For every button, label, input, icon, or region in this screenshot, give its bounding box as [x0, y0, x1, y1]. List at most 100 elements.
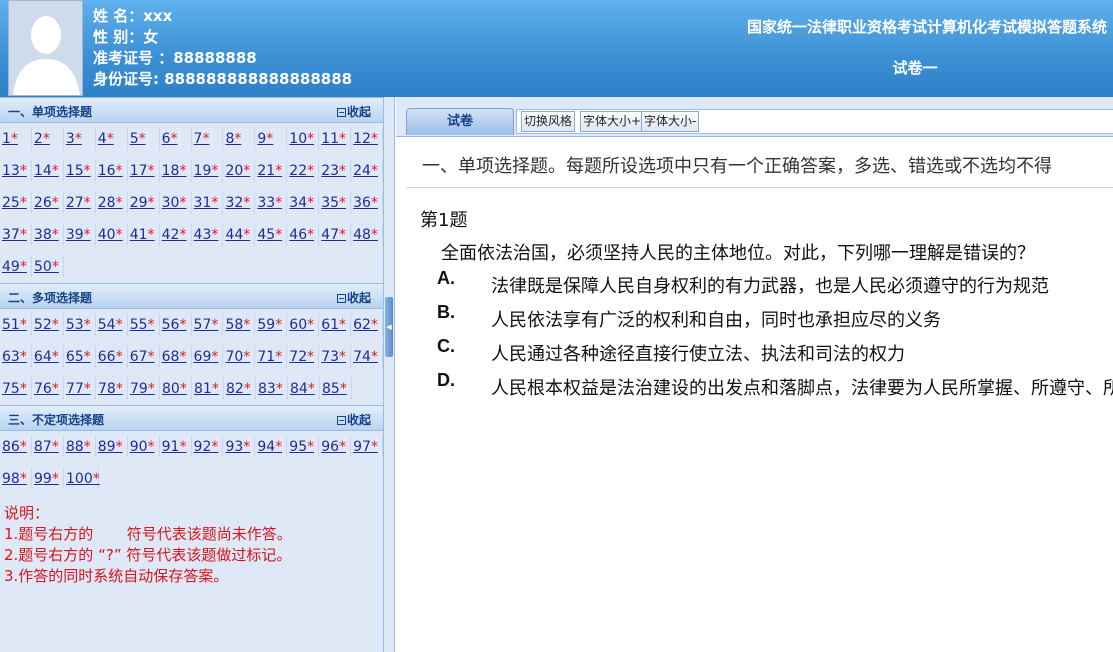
question-link[interactable]: 26*	[32, 192, 64, 214]
font-size-increase-button[interactable]: 字体大小+	[580, 111, 645, 132]
question-link[interactable]: 33*	[255, 192, 288, 214]
question-link[interactable]: 47*	[319, 224, 352, 246]
question-link[interactable]: 52*	[32, 314, 64, 336]
question-link[interactable]: 91*	[160, 436, 192, 458]
question-link[interactable]: 45*	[255, 224, 288, 246]
question-link[interactable]: 76*	[32, 378, 64, 400]
question-link[interactable]: 66*	[96, 346, 128, 368]
question-link[interactable]: 21*	[255, 160, 288, 182]
question-link[interactable]: 57*	[192, 314, 224, 336]
question-link[interactable]: 65*	[64, 346, 96, 368]
question-link[interactable]: 27*	[64, 192, 96, 214]
question-link[interactable]: 43*	[192, 224, 224, 246]
question-link[interactable]: 85*	[320, 378, 352, 400]
question-link[interactable]: 29*	[128, 192, 160, 214]
option-a[interactable]: A. 法律既是保障人民自身权利的有力武器，也是人民必须遵守的行为规范	[437, 268, 1049, 298]
question-link[interactable]: 48*	[351, 224, 384, 246]
question-link[interactable]: 13*	[0, 160, 32, 182]
collapse-button[interactable]: − 收起	[336, 411, 371, 428]
question-link[interactable]: 82*	[224, 378, 256, 400]
question-link[interactable]: 55*	[128, 314, 160, 336]
question-link[interactable]: 53*	[64, 314, 96, 336]
question-link[interactable]: 92*	[192, 436, 224, 458]
collapse-button[interactable]: − 收起	[336, 289, 371, 306]
question-link[interactable]: 8*	[223, 128, 256, 150]
collapse-button[interactable]: − 收起	[336, 103, 371, 120]
question-link[interactable]: 61*	[319, 314, 352, 336]
question-link[interactable]: 36*	[351, 192, 384, 214]
question-link[interactable]: 2*	[32, 128, 64, 150]
option-d[interactable]: D. 人民根本权益是法治建设的出发点和落脚点，法律要为人民所掌握、所遵守、所运用	[437, 370, 1113, 400]
question-link[interactable]: 25*	[0, 192, 32, 214]
question-link[interactable]: 4*	[96, 128, 128, 150]
question-link[interactable]: 63*	[0, 346, 32, 368]
question-link[interactable]: 95*	[287, 436, 320, 458]
question-link[interactable]: 81*	[192, 378, 224, 400]
question-link[interactable]: 46*	[287, 224, 320, 246]
question-link[interactable]: 49*	[0, 256, 32, 278]
question-link[interactable]: 9*	[255, 128, 288, 150]
question-link[interactable]: 67*	[128, 346, 160, 368]
question-link[interactable]: 87*	[32, 436, 64, 458]
question-link[interactable]: 42*	[160, 224, 192, 246]
question-link[interactable]: 80*	[160, 378, 192, 400]
question-link[interactable]: 44*	[223, 224, 256, 246]
question-link[interactable]: 68*	[160, 346, 192, 368]
question-link[interactable]: 56*	[160, 314, 192, 336]
question-link[interactable]: 86*	[0, 436, 32, 458]
question-link[interactable]: 32*	[223, 192, 256, 214]
question-link[interactable]: 75*	[0, 378, 32, 400]
question-link[interactable]: 11*	[319, 128, 352, 150]
question-link[interactable]: 64*	[32, 346, 64, 368]
question-link[interactable]: 74*	[351, 346, 384, 368]
question-link[interactable]: 38*	[32, 224, 64, 246]
question-link[interactable]: 59*	[255, 314, 288, 336]
question-link[interactable]: 14*	[32, 160, 64, 182]
question-link[interactable]: 90*	[128, 436, 160, 458]
question-link[interactable]: 35*	[319, 192, 352, 214]
question-link[interactable]: 54*	[96, 314, 128, 336]
question-link[interactable]: 17*	[128, 160, 160, 182]
question-link[interactable]: 77*	[64, 378, 96, 400]
question-link[interactable]: 24*	[351, 160, 384, 182]
question-link[interactable]: 37*	[0, 224, 32, 246]
question-link[interactable]: 99*	[32, 468, 64, 490]
question-link[interactable]: 94*	[255, 436, 288, 458]
question-link[interactable]: 50*	[32, 256, 64, 278]
question-link[interactable]: 16*	[96, 160, 128, 182]
option-b[interactable]: B. 人民依法享有广泛的权利和自由，同时也承担应尽的义务	[437, 302, 941, 332]
question-link[interactable]: 60*	[287, 314, 320, 336]
question-link[interactable]: 3*	[64, 128, 96, 150]
question-link[interactable]: 41*	[128, 224, 160, 246]
question-link[interactable]: 10*	[287, 128, 320, 150]
question-link[interactable]: 62*	[351, 314, 384, 336]
question-link[interactable]: 18*	[160, 160, 192, 182]
question-link[interactable]: 97*	[351, 436, 384, 458]
question-link[interactable]: 51*	[0, 314, 32, 336]
question-link[interactable]: 34*	[287, 192, 320, 214]
question-link[interactable]: 5*	[128, 128, 160, 150]
question-link[interactable]: 69*	[192, 346, 224, 368]
question-link[interactable]: 58*	[223, 314, 256, 336]
question-link[interactable]: 72*	[287, 346, 320, 368]
panel-splitter[interactable]: ◀	[384, 97, 395, 652]
question-link[interactable]: 39*	[64, 224, 96, 246]
question-link[interactable]: 19*	[192, 160, 224, 182]
question-link[interactable]: 83*	[256, 378, 288, 400]
question-link[interactable]: 79*	[128, 378, 160, 400]
question-link[interactable]: 73*	[319, 346, 352, 368]
question-link[interactable]: 20*	[223, 160, 256, 182]
question-link[interactable]: 15*	[64, 160, 96, 182]
question-link[interactable]: 98*	[0, 468, 32, 490]
font-size-decrease-button[interactable]: 字体大小-	[641, 111, 700, 132]
option-c[interactable]: C. 人民通过各种途径直接行使立法、执法和司法的权力	[437, 336, 905, 366]
question-link[interactable]: 1*	[0, 128, 32, 150]
question-link[interactable]: 84*	[288, 378, 320, 400]
question-link[interactable]: 22*	[287, 160, 320, 182]
question-link[interactable]: 70*	[223, 346, 256, 368]
question-link[interactable]: 88*	[64, 436, 96, 458]
question-link[interactable]: 23*	[319, 160, 352, 182]
question-link[interactable]: 40*	[96, 224, 128, 246]
question-link[interactable]: 7*	[192, 128, 224, 150]
question-link[interactable]: 71*	[255, 346, 288, 368]
